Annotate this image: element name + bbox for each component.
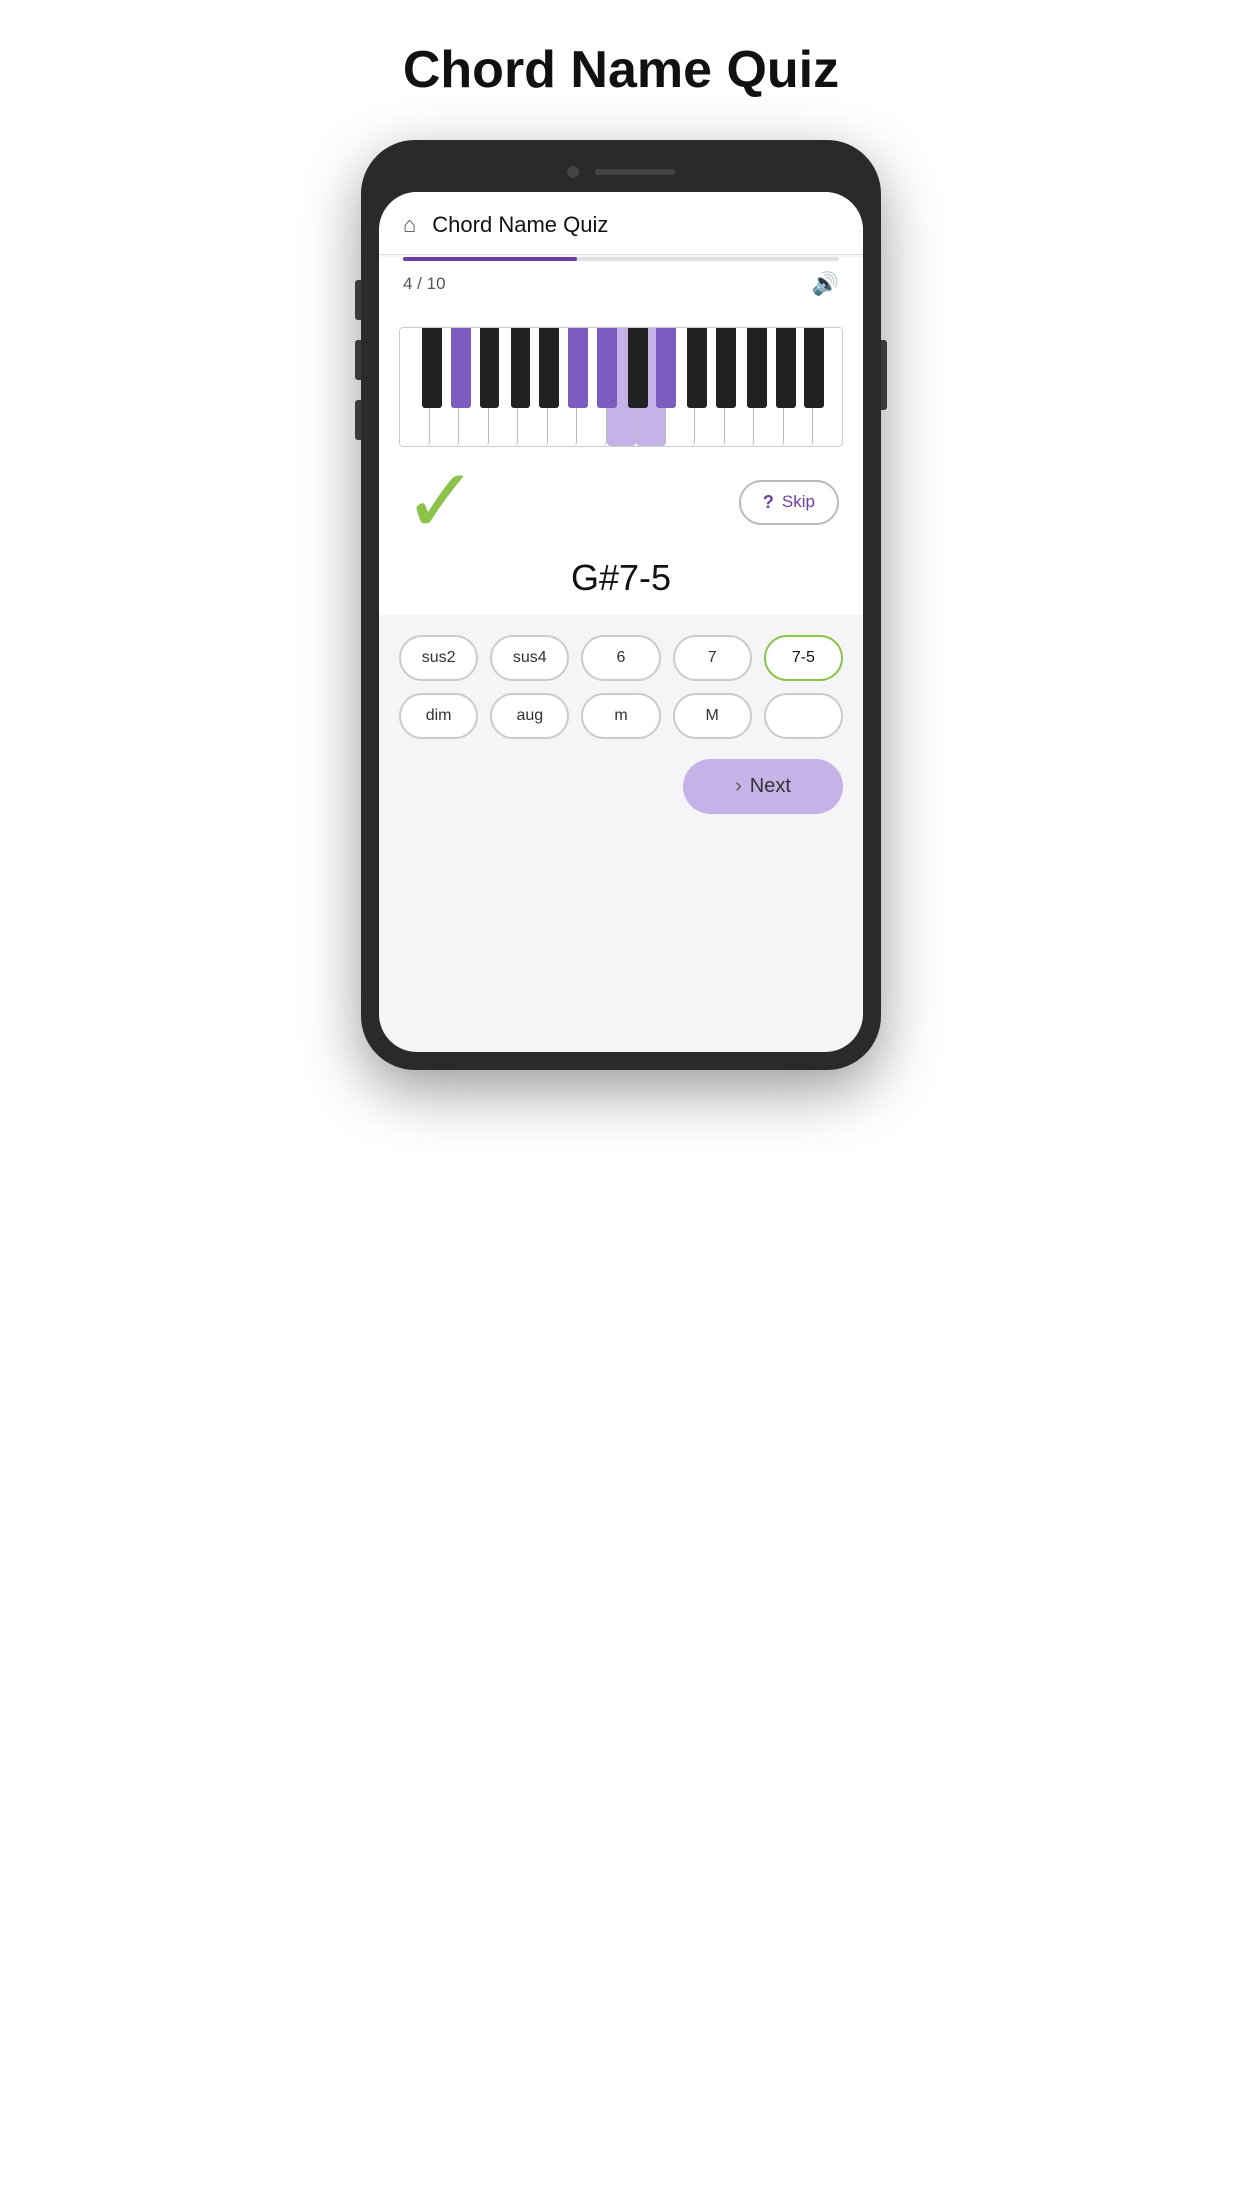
answer-M[interactable]: M xyxy=(673,693,752,739)
phone-screen: ⌂ Chord Name Quiz 4 / 10 🔊 xyxy=(379,192,863,1052)
earpiece xyxy=(595,169,675,175)
side-button-mute xyxy=(355,280,361,320)
white-key-15[interactable] xyxy=(813,328,842,446)
feedback-area: ✓ ? Skip xyxy=(379,447,863,547)
side-button-power xyxy=(881,340,887,410)
answer-grid: sus2 sus4 6 7 7-5 dim aug m M xyxy=(379,615,863,749)
app-header: ⌂ Chord Name Quiz xyxy=(379,192,863,255)
home-icon[interactable]: ⌂ xyxy=(403,212,416,238)
side-button-vol-down xyxy=(355,400,361,440)
app-header-title: Chord Name Quiz xyxy=(432,212,608,238)
white-key-5[interactable] xyxy=(518,328,548,446)
answer-6[interactable]: 6 xyxy=(581,635,660,681)
white-key-12[interactable] xyxy=(725,328,755,446)
chevron-right-icon: › xyxy=(735,775,742,798)
phone-shell: ⌂ Chord Name Quiz 4 / 10 🔊 xyxy=(361,140,881,1070)
answer-sus2[interactable]: sus2 xyxy=(399,635,478,681)
chord-name-display: G#7-5 xyxy=(379,547,863,615)
next-button[interactable]: › Next xyxy=(683,759,843,814)
white-key-9[interactable] xyxy=(636,328,666,446)
white-key-3[interactable] xyxy=(459,328,489,446)
piano-container xyxy=(379,307,863,447)
answer-sus4[interactable]: sus4 xyxy=(490,635,569,681)
question-mark-icon: ? xyxy=(763,492,774,513)
white-key-10[interactable] xyxy=(666,328,696,446)
correct-checkmark: ✓ xyxy=(403,457,478,547)
white-key-8[interactable] xyxy=(607,328,637,446)
answer-7[interactable]: 7 xyxy=(673,635,752,681)
white-key-14[interactable] xyxy=(784,328,814,446)
side-button-vol-up xyxy=(355,340,361,380)
white-key-6[interactable] xyxy=(548,328,578,446)
white-key-7[interactable] xyxy=(577,328,607,446)
answer-aug[interactable]: aug xyxy=(490,693,569,739)
answer-empty[interactable] xyxy=(764,693,843,739)
front-camera xyxy=(567,166,579,178)
skip-label: Skip xyxy=(782,492,815,512)
quiz-counter: 4 / 10 xyxy=(403,274,446,294)
sound-icon[interactable]: 🔊 xyxy=(812,271,839,297)
next-label: Next xyxy=(750,775,791,798)
phone-top-bar xyxy=(379,158,863,192)
answer-dim[interactable]: dim xyxy=(399,693,478,739)
white-key-2[interactable] xyxy=(430,328,460,446)
white-key-1[interactable] xyxy=(400,328,430,446)
bottom-area: › Next xyxy=(379,749,863,838)
white-key-4[interactable] xyxy=(489,328,519,446)
white-key-13[interactable] xyxy=(754,328,784,446)
skip-button[interactable]: ? Skip xyxy=(739,480,839,525)
quiz-meta: 4 / 10 🔊 xyxy=(379,261,863,307)
answer-m[interactable]: m xyxy=(581,693,660,739)
answer-7-5[interactable]: 7-5 xyxy=(764,635,843,681)
piano xyxy=(399,327,843,447)
white-key-11[interactable] xyxy=(695,328,725,446)
white-keys xyxy=(400,328,842,446)
page-title: Chord Name Quiz xyxy=(403,40,839,100)
